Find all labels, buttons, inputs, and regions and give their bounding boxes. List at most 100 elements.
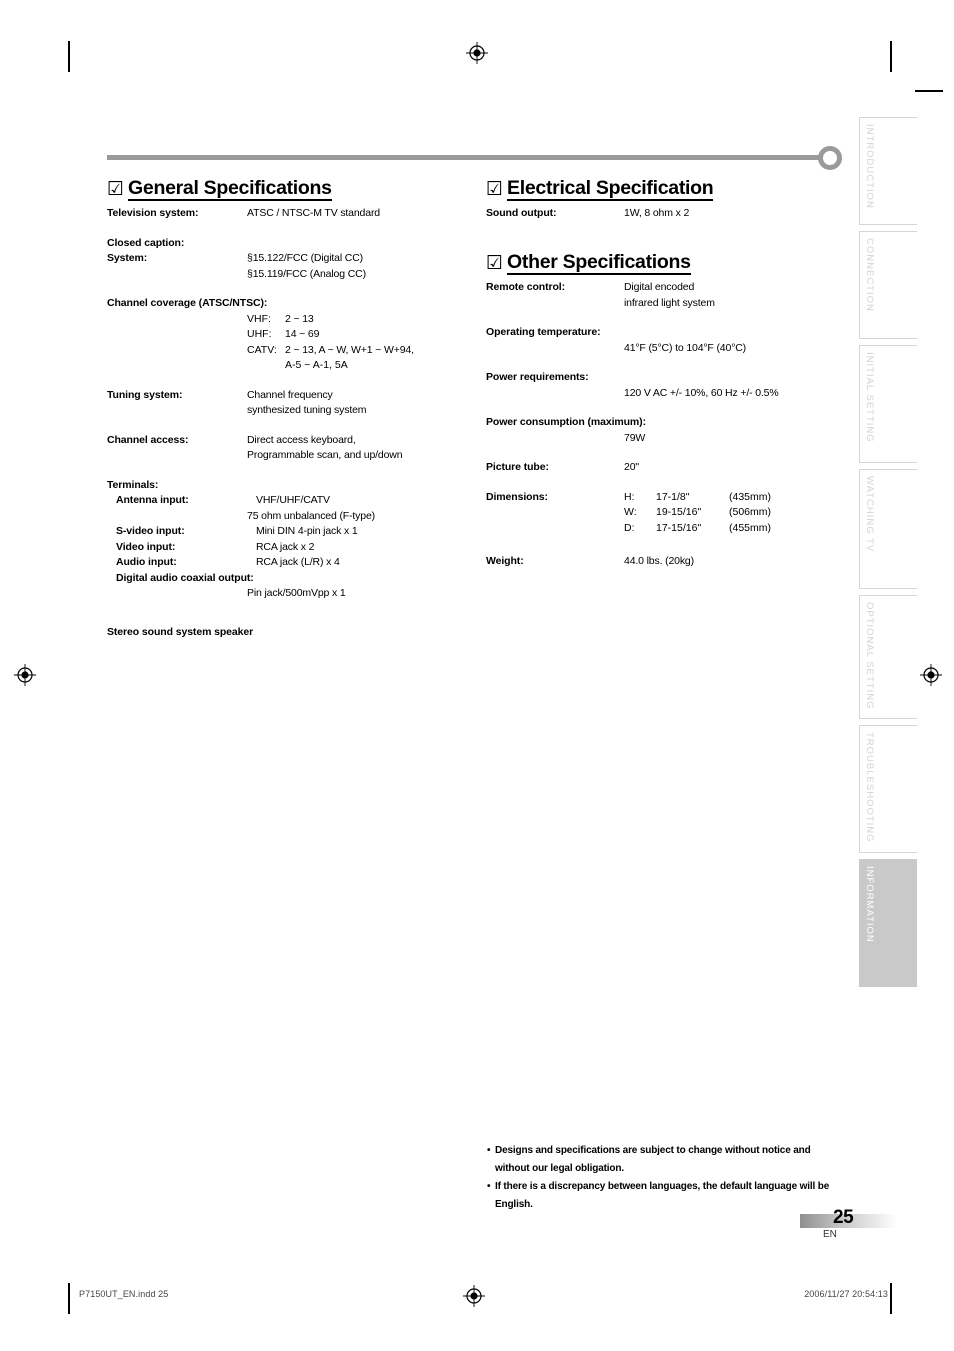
spec-heading-closed-caption: Closed caption:: [107, 236, 185, 249]
section-heading-electrical: ☑ Electrical Specification: [486, 178, 836, 202]
table-row: UHF: 14 ~ 69: [247, 327, 462, 343]
spec-value: Channel frequency: [247, 388, 333, 401]
spec-label: S-video input:: [116, 525, 185, 538]
registration-mark-left: [14, 664, 36, 686]
sidebar-item-label: INITIAL SETTING: [864, 352, 875, 443]
spec-heading-channel-coverage: Channel coverage (ATSC/NTSC):: [107, 297, 268, 310]
spec-heading-digital-audio-coaxial-output: Digital audio coaxial output:: [116, 571, 254, 584]
spec-label: Tuning system:: [107, 388, 183, 401]
spec-label: Remote control:: [486, 281, 566, 294]
spec-heading-power-consumption: Power consumption (maximum):: [486, 416, 646, 429]
channel-coverage-table: VHF: 2 ~ 13 UHF: 14 ~ 69 CATV: 2 ~ 13, A…: [107, 312, 462, 374]
sidebar-item-label: INTRODUCTION: [864, 124, 875, 209]
spec-row-remote-control: Remote control: Digital encoded: [486, 280, 836, 296]
checkbox-icon: ☑: [486, 252, 504, 275]
sub-value: 14 ~ 69: [285, 328, 320, 341]
spec-label: Antenna input:: [116, 494, 189, 507]
spec-label: Picture tube:: [486, 461, 549, 474]
dimensions-table: H: 17-1/8" (435mm) W: 19-15/16" (506mm) …: [624, 490, 771, 537]
bullet-icon: •: [487, 1181, 491, 1192]
spec-value: 75 ohm unbalanced (F-type): [247, 509, 376, 522]
dimension-axis: D:: [624, 521, 635, 534]
spec-label: Audio input:: [116, 556, 177, 569]
spec-value: infrared light system: [624, 296, 715, 309]
section-title-other: Other Specifications: [507, 252, 691, 276]
spec-row-picture-tube: Picture tube: 20": [486, 460, 836, 476]
dimension-inches: 17-15/16": [656, 521, 702, 534]
spec-value: 1W, 8 ohm x 2: [624, 207, 690, 220]
spec-label: Video input:: [116, 540, 176, 553]
sidebar-item-troubleshooting[interactable]: TROUBLESHOOTING: [859, 725, 917, 853]
sidebar-item-watching-tv[interactable]: WATCHING TV: [859, 469, 917, 589]
registration-mark-top: [466, 42, 488, 64]
table-row: H: 17-1/8" (435mm): [624, 490, 771, 506]
page-number: 25: [833, 1207, 854, 1228]
spec-heading-power-requirements: Power requirements:: [486, 371, 589, 384]
sidebar-item-initial-setting[interactable]: INITIAL SETTING: [859, 345, 917, 463]
spec-row-television-system: Television system: ATSC / NTSC-M TV stan…: [107, 206, 462, 222]
header-rule: [107, 155, 823, 160]
sidebar-item-connection[interactable]: CONNECTION: [859, 231, 917, 339]
spec-value: §15.119/FCC (Analog CC): [247, 267, 366, 280]
dimension-axis: W:: [624, 506, 637, 519]
crop-mark-right-top: [915, 90, 943, 92]
crop-mark-bottom-left: [68, 1283, 70, 1314]
spec-label: System:: [107, 252, 148, 265]
spec-value: Mini DIN 4-pin jack x 1: [256, 525, 358, 538]
spec-value: 79W: [624, 431, 646, 444]
sub-key: CATV:: [247, 343, 277, 356]
spec-label: Sound output:: [486, 207, 557, 220]
spec-heading-operating-temperature: Operating temperature:: [486, 326, 601, 339]
spec-value: 20": [624, 461, 639, 474]
section-title-electrical: Electrical Specification: [507, 178, 714, 202]
spec-row-video-input: Video input: RCA jack x 2: [107, 540, 462, 556]
spec-value: Digital encoded: [624, 281, 695, 294]
header-ring-icon: [818, 146, 842, 170]
list-item: • Designs and specifications are subject…: [487, 1142, 847, 1178]
dimension-axis: H:: [624, 490, 635, 503]
crop-mark-bottom-right: [890, 1283, 892, 1314]
sub-value: 2 ~ 13: [285, 312, 314, 325]
sidebar-item-label: WATCHING TV: [864, 476, 875, 553]
spec-row-channel-access: Channel access: Direct access keyboard,: [107, 433, 462, 449]
sub-key: UHF:: [247, 328, 272, 341]
crop-mark-top-right: [890, 41, 892, 72]
spec-value: Pin jack/500mVpp x 1: [247, 587, 346, 600]
dimension-inches: 19-15/16": [656, 506, 702, 519]
sidebar-tabs: INTRODUCTION CONNECTION INITIAL SETTING …: [859, 117, 917, 993]
spec-value: Programmable scan, and up/down: [247, 449, 403, 462]
spec-label: Dimensions:: [486, 490, 548, 503]
spec-value: 120 V AC +/- 10%, 60 Hz +/- 0.5%: [624, 386, 779, 399]
spec-value: VHF/UHF/CATV: [256, 494, 330, 507]
spec-label: Weight:: [486, 555, 524, 568]
sidebar-item-introduction[interactable]: INTRODUCTION: [859, 117, 917, 225]
sub-value-continuation: A-5 ~ A-1, 5A: [285, 359, 348, 372]
sidebar-item-label: INFORMATION: [864, 866, 875, 943]
sidebar-item-label: OPTIONAL SETTING: [864, 602, 875, 710]
footer-timestamp: 2006/11/27 20:54:13: [804, 1289, 888, 1299]
spec-value: synthesized tuning system: [247, 404, 367, 417]
table-row: VHF: 2 ~ 13: [247, 312, 462, 328]
table-row: W: 19-15/16" (506mm): [624, 505, 771, 521]
spec-heading-terminals: Terminals:: [107, 478, 159, 491]
notes-list: • Designs and specifications are subject…: [487, 1142, 847, 1214]
spec-value: ATSC / NTSC-M TV standard: [247, 207, 380, 220]
left-column: ☑ General Specifications Television syst…: [107, 178, 462, 640]
spec-row-dimensions: Dimensions: H: 17-1/8" (435mm) W: 19-15/…: [486, 490, 836, 537]
page-language: EN: [823, 1229, 837, 1240]
sidebar-item-information[interactable]: INFORMATION: [859, 859, 917, 987]
section-heading-other: ☑ Other Specifications: [486, 252, 836, 276]
sidebar-item-optional-setting[interactable]: OPTIONAL SETTING: [859, 595, 917, 719]
sidebar-item-label: TROUBLESHOOTING: [864, 732, 875, 843]
spec-row-svideo-input: S-video input: Mini DIN 4-pin jack x 1: [107, 524, 462, 540]
bullet-icon: •: [487, 1145, 491, 1156]
spec-value: 41°F (5°C) to 104°F (40°C): [624, 341, 747, 354]
